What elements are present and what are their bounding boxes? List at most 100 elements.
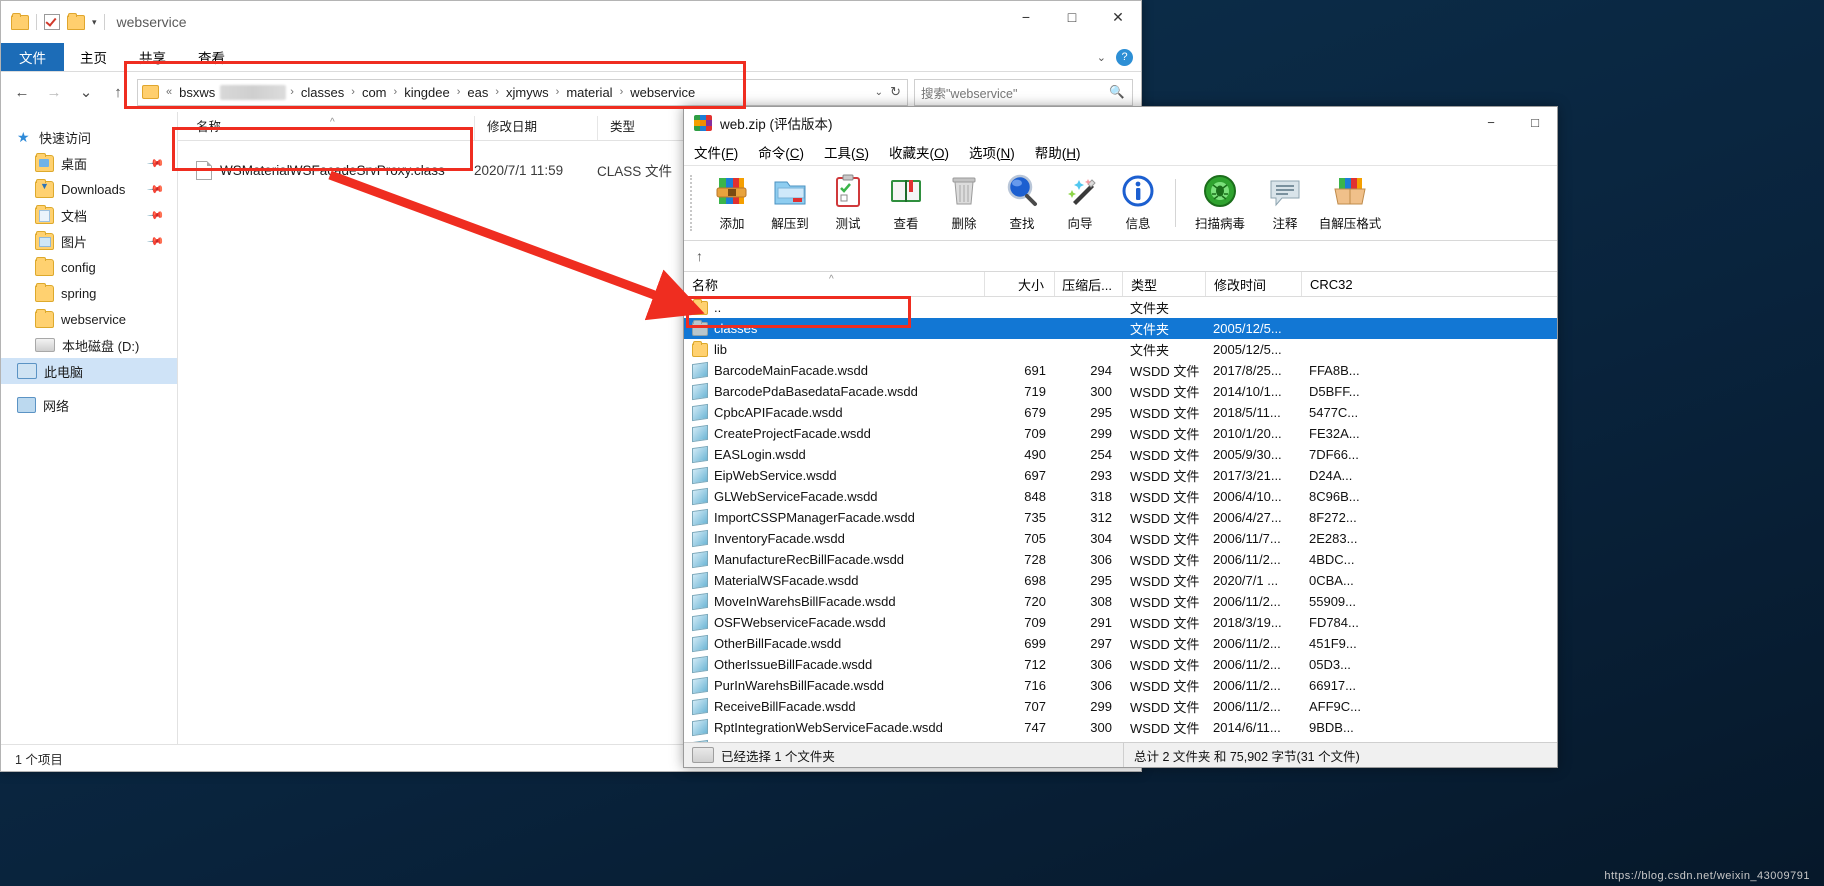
tab-home[interactable]: 主页 bbox=[64, 43, 123, 71]
forward-button[interactable]: → bbox=[41, 79, 67, 105]
column-header-packed[interactable]: 压缩后... bbox=[1054, 272, 1122, 296]
up-arrow-icon[interactable]: ↑ bbox=[696, 248, 703, 264]
column-header-modified[interactable]: 修改时间 bbox=[1205, 272, 1301, 296]
menu-file[interactable]: 文件(F) bbox=[694, 142, 738, 162]
table-row[interactable]: lib 文件夹 2005/12/5... bbox=[684, 339, 1557, 360]
table-row[interactable]: MoveInWarehsBillFacade.wsdd 720 308 WSDD 文件… bbox=[684, 591, 1557, 612]
table-row[interactable]: CpbcAPIFacade.wsdd 679 295 WSDD 文件 2018/5/11… bbox=[684, 402, 1557, 423]
test-button[interactable]: 测试 bbox=[819, 168, 877, 238]
file-name-cell[interactable]: CpbcAPIFacade.wsdd bbox=[684, 403, 984, 422]
breadcrumb-item-xjmyws[interactable]: xjmyws bbox=[503, 85, 552, 100]
wizard-button[interactable]: 向导 bbox=[1051, 168, 1109, 238]
add-button[interactable]: 添加 bbox=[703, 168, 761, 238]
pin-icon[interactable]: 📌 bbox=[147, 232, 166, 250]
up-button[interactable]: ↑ bbox=[105, 79, 131, 105]
file-name-cell[interactable]: BarcodeMainFacade.wsdd bbox=[684, 361, 984, 380]
comment-button[interactable]: 注释 bbox=[1256, 168, 1314, 238]
breadcrumb-item-kingdee[interactable]: kingdee bbox=[401, 85, 453, 100]
extract-to-button[interactable]: 解压到 bbox=[761, 168, 819, 238]
back-button[interactable]: ← bbox=[9, 79, 35, 105]
sidebar-item-config[interactable]: config bbox=[1, 254, 177, 280]
file-name-cell[interactable]: ImportCSSPManagerFacade.wsdd bbox=[684, 508, 984, 527]
table-row[interactable]: PurInWarehsBillFacade.wsdd 716 306 WSDD 文件 2… bbox=[684, 675, 1557, 696]
chevron-down-icon[interactable]: ⌄ bbox=[875, 87, 883, 98]
file-name-cell[interactable]: OtherIssueBillFacade.wsdd bbox=[684, 655, 984, 674]
file-name-cell[interactable]: lib bbox=[684, 340, 984, 357]
sidebar-item-spring[interactable]: spring bbox=[1, 280, 177, 306]
close-button[interactable]: ✕ bbox=[1095, 1, 1141, 33]
table-row[interactable]: EASLogin.wsdd 490 254 WSDD 文件 2005/9/30... 7D… bbox=[684, 444, 1557, 465]
table-row[interactable]: ManufactureRecBillFacade.wsdd 728 306 WSDD … bbox=[684, 549, 1557, 570]
winrar-maximize-button[interactable]: □ bbox=[1513, 107, 1557, 137]
breadcrumb-item-com[interactable]: com bbox=[359, 85, 390, 100]
breadcrumb-item-bsxws[interactable]: bsxws bbox=[176, 85, 218, 100]
file-name-cell[interactable]: ReceiveBillFacade.wsdd bbox=[684, 697, 984, 716]
sidebar-item-webservice[interactable]: webservice bbox=[1, 306, 177, 332]
sidebar-item-pictures[interactable]: 图片 📌 bbox=[1, 228, 177, 254]
winrar-path-bar[interactable]: ↑ bbox=[684, 241, 1557, 272]
refresh-icon[interactable]: ↻ bbox=[890, 84, 901, 100]
sidebar-item-network[interactable]: 网络 bbox=[1, 392, 177, 418]
column-header-type[interactable]: 类型 bbox=[1122, 272, 1205, 296]
file-name-cell[interactable]: EASLogin.wsdd bbox=[684, 445, 984, 464]
recent-locations-button[interactable]: ⌄ bbox=[73, 79, 99, 105]
table-row[interactable]: BarcodePdaBasedataFacade.wsdd 719 300 WSDD … bbox=[684, 381, 1557, 402]
pin-icon[interactable]: 📌 bbox=[147, 180, 166, 198]
sidebar-item-local-disk-d[interactable]: 本地磁盘 (D:) bbox=[1, 332, 177, 358]
file-name-cell[interactable]: classes bbox=[684, 319, 984, 336]
menu-favorites[interactable]: 收藏夹(O) bbox=[889, 142, 949, 162]
column-header-modified[interactable]: 修改日期 bbox=[474, 116, 597, 140]
toolbar-grip[interactable] bbox=[690, 175, 697, 231]
table-row[interactable]: EipWebService.wsdd 697 293 WSDD 文件 2017/3/21… bbox=[684, 465, 1557, 486]
file-name-cell[interactable]: OtherBillFacade.wsdd bbox=[684, 634, 984, 653]
table-row[interactable]: GLWebServiceFacade.wsdd 848 318 WSDD 文件 2006… bbox=[684, 486, 1557, 507]
file-name-cell[interactable]: .. bbox=[684, 298, 984, 315]
menu-help[interactable]: 帮助(H) bbox=[1035, 142, 1081, 162]
file-name-cell[interactable]: EipWebService.wsdd bbox=[684, 466, 984, 485]
file-name-cell[interactable]: MoveInWarehsBillFacade.wsdd bbox=[684, 592, 984, 611]
table-row[interactable]: InventoryFacade.wsdd 705 304 WSDD 文件 2006/11… bbox=[684, 528, 1557, 549]
table-row[interactable]: ReceiveBillFacade.wsdd 707 299 WSDD 文件 2006/… bbox=[684, 696, 1557, 717]
maximize-button[interactable]: □ bbox=[1049, 1, 1095, 33]
menu-options[interactable]: 选项(N) bbox=[969, 142, 1015, 162]
sidebar-item-this-pc[interactable]: 此电脑 bbox=[1, 358, 177, 384]
chevron-down-icon[interactable]: ⌄ bbox=[1097, 51, 1106, 64]
quick-access-toolbar[interactable]: ▾ bbox=[1, 12, 105, 30]
chevron-down-icon[interactable]: ▾ bbox=[92, 17, 97, 28]
view-button[interactable]: 查看 bbox=[877, 168, 935, 238]
file-name-cell[interactable]: CreateProjectFacade.wsdd bbox=[684, 424, 984, 443]
search-icon[interactable]: 🔍 bbox=[1109, 85, 1125, 100]
file-name-cell[interactable]: BarcodePdaBasedataFacade.wsdd bbox=[684, 382, 984, 401]
minimize-button[interactable]: − bbox=[1003, 1, 1049, 33]
table-row[interactable]: RptIntegrationWebServiceFacade.wsdd 747 30… bbox=[684, 717, 1557, 738]
menu-tools[interactable]: 工具(S) bbox=[824, 142, 869, 162]
column-header-name[interactable]: 名称 bbox=[684, 272, 984, 296]
file-name-cell[interactable]: WSMaterialWSFacadeSrvProxy.class bbox=[178, 160, 474, 180]
column-header-crc32[interactable]: CRC32 bbox=[1301, 272, 1381, 296]
help-icon[interactable]: ? bbox=[1116, 48, 1133, 66]
file-name-cell[interactable]: ManufactureRecBillFacade.wsdd bbox=[684, 550, 984, 569]
file-name-cell[interactable]: GLWebServiceFacade.wsdd bbox=[684, 487, 984, 506]
tab-share[interactable]: 共享 bbox=[123, 43, 182, 71]
file-name-cell[interactable]: PurInWarehsBillFacade.wsdd bbox=[684, 676, 984, 695]
menu-commands[interactable]: 命令(C) bbox=[758, 142, 804, 162]
winrar-file-list[interactable]: .. 文件夹 classes 文件夹 2005/12/5... lib 文件夹 2005/12… bbox=[684, 297, 1557, 742]
file-name-cell[interactable]: RptIntegrationWebServiceFacade.wsdd bbox=[684, 718, 984, 737]
column-header-name[interactable]: 名称 bbox=[178, 116, 474, 140]
table-row[interactable]: OSFWebserviceFacade.wsdd 709 291 WSDD 文件 201… bbox=[684, 612, 1557, 633]
column-header-size[interactable]: 大小 bbox=[984, 272, 1054, 296]
sidebar-item-quick-access[interactable]: ★ 快速访问 bbox=[1, 124, 177, 150]
sidebar-item-documents[interactable]: 文档 📌 bbox=[1, 202, 177, 228]
checkbox-icon[interactable] bbox=[44, 14, 60, 30]
file-name-cell[interactable]: InventoryFacade.wsdd bbox=[684, 529, 984, 548]
tab-file[interactable]: 文件 bbox=[1, 43, 64, 71]
table-row[interactable]: CreateProjectFacade.wsdd 709 299 WSDD 文件 201… bbox=[684, 423, 1557, 444]
table-row[interactable]: ImportCSSPManagerFacade.wsdd 735 312 WSDD 文… bbox=[684, 507, 1557, 528]
find-button[interactable]: 查找 bbox=[993, 168, 1051, 238]
delete-button[interactable]: 删除 bbox=[935, 168, 993, 238]
table-row[interactable]: classes 文件夹 2005/12/5... bbox=[684, 318, 1557, 339]
breadcrumb-item-material[interactable]: material bbox=[563, 85, 615, 100]
virus-scan-button[interactable]: 扫描病毒 bbox=[1184, 168, 1256, 238]
table-row[interactable]: .. 文件夹 bbox=[684, 297, 1557, 318]
pin-icon[interactable]: 📌 bbox=[147, 206, 166, 224]
